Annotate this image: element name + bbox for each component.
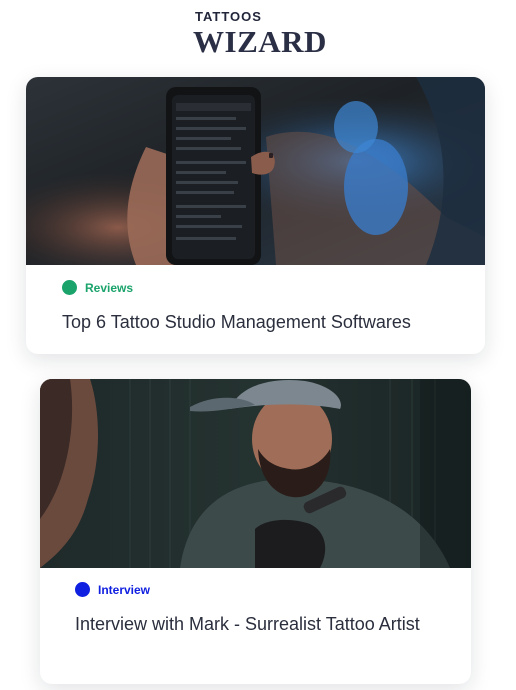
category-dot-icon bbox=[62, 280, 77, 295]
article-card[interactable]: Reviews Top 6 Tattoo Studio Management S… bbox=[26, 77, 485, 354]
article-image[interactable] bbox=[26, 77, 485, 265]
category-tag[interactable]: Reviews bbox=[62, 280, 133, 295]
category-dot-icon bbox=[75, 582, 90, 597]
category-label: Interview bbox=[98, 582, 151, 597]
logo-bottom-text: WIZARD bbox=[193, 24, 327, 59]
article-image[interactable] bbox=[40, 379, 471, 568]
article-title[interactable]: Interview with Mark - Surrealist Tattoo … bbox=[75, 608, 455, 641]
tattoo-artist-photo bbox=[40, 379, 471, 568]
phone-in-hand-photo bbox=[26, 77, 485, 265]
article-card[interactable]: Interview Interview with Mark - Surreali… bbox=[40, 379, 471, 684]
site-logo[interactable]: TATTOOS WIZARD bbox=[0, 0, 516, 70]
category-label: Reviews bbox=[85, 280, 134, 295]
category-tag[interactable]: Interview bbox=[75, 582, 150, 597]
article-title[interactable]: Top 6 Tattoo Studio Management Softwares bbox=[62, 306, 472, 339]
